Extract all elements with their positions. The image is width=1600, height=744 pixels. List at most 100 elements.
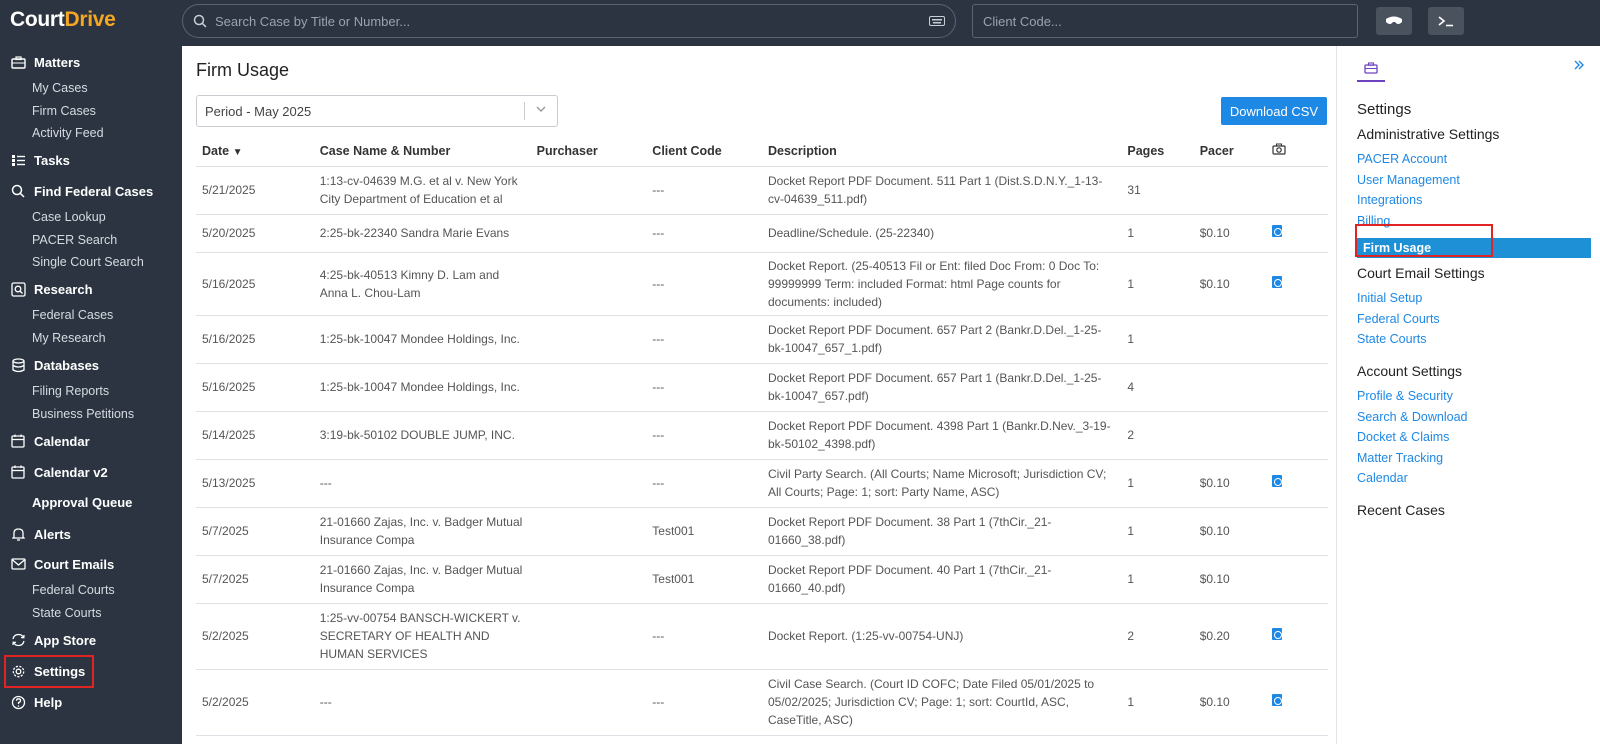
pdf-icon[interactable] bbox=[1271, 225, 1282, 237]
link-docket-claims[interactable]: Docket & Claims bbox=[1357, 430, 1449, 444]
incognito-button[interactable] bbox=[1376, 7, 1412, 35]
nav-my-research[interactable]: My Research bbox=[32, 331, 106, 345]
bell-icon bbox=[10, 526, 26, 542]
client-code-input[interactable]: Client Code... bbox=[972, 4, 1358, 38]
link-integrations[interactable]: Integrations bbox=[1357, 193, 1422, 207]
briefcase-tab[interactable] bbox=[1357, 56, 1385, 82]
table-row[interactable]: 5/7/2025 21-01660 Zajas, Inc. v. Badger M… bbox=[196, 507, 1328, 556]
nav-matters[interactable]: Matters bbox=[10, 54, 80, 70]
table-row[interactable]: 5/20/2025 2:25-bk-22340 Sandra Marie Evan… bbox=[196, 214, 1328, 253]
nav-help[interactable]: Help bbox=[10, 694, 62, 710]
nav-alerts[interactable]: Alerts bbox=[10, 526, 71, 542]
nav-approval-queue[interactable]: Approval Queue bbox=[32, 495, 132, 510]
cell-description: Civil Party Search. (All Courts; Name Mi… bbox=[761, 459, 1122, 508]
nav-find-federal-cases[interactable]: Find Federal Cases bbox=[10, 183, 153, 199]
link-user-management[interactable]: User Management bbox=[1357, 173, 1460, 187]
link-federal-courts[interactable]: Federal Courts bbox=[1357, 312, 1440, 326]
col-camera[interactable] bbox=[1265, 136, 1328, 167]
cell-pages: 1 bbox=[1121, 459, 1194, 508]
col-case[interactable]: Case Name & Number bbox=[313, 136, 531, 167]
cell-pacer: $0.10 bbox=[1193, 555, 1266, 604]
cell-date: 5/14/2025 bbox=[196, 411, 314, 460]
cell-case: 4:25-bk-40513 Kimny D. Lam and Anna L. C… bbox=[313, 252, 531, 316]
nav-filing-reports[interactable]: Filing Reports bbox=[32, 384, 109, 398]
link-initial-setup[interactable]: Initial Setup bbox=[1357, 291, 1422, 305]
select-separator bbox=[524, 102, 525, 120]
case-search-input[interactable]: Search Case by Title or Number... bbox=[182, 4, 956, 38]
top-bar: CourtDrive Search Case by Title or Numbe… bbox=[0, 0, 1600, 46]
nav-calendar[interactable]: Calendar bbox=[10, 433, 90, 449]
nav-pacer-search[interactable]: PACER Search bbox=[32, 233, 117, 247]
cell-description: Docket Report. (25-40513 Fil or Ent: fil… bbox=[761, 252, 1122, 316]
cell-pages: 2 bbox=[1121, 411, 1194, 460]
nav-state-courts[interactable]: State Courts bbox=[32, 606, 101, 620]
link-calendar[interactable]: Calendar bbox=[1357, 471, 1408, 485]
nav-my-cases[interactable]: My Cases bbox=[32, 81, 88, 95]
cell-case: 1:25-vv-00754 BANSCH-WICKERT v. SECRETAR… bbox=[313, 603, 531, 670]
terminal-button[interactable] bbox=[1428, 7, 1464, 35]
table-row[interactable]: 5/7/2025 21-01660 Zajas, Inc. v. Badger M… bbox=[196, 555, 1328, 604]
nav-single-court-search[interactable]: Single Court Search bbox=[32, 255, 144, 269]
cell-pages: 31 bbox=[1121, 166, 1194, 215]
link-profile-security[interactable]: Profile & Security bbox=[1357, 389, 1453, 403]
col-pacer[interactable]: Pacer bbox=[1193, 136, 1266, 167]
download-csv-button[interactable]: Download CSV bbox=[1221, 97, 1327, 125]
cell-date: 5/2/2025 bbox=[196, 603, 314, 670]
double-chevron-right-icon[interactable] bbox=[1573, 58, 1585, 74]
nav-research[interactable]: Research bbox=[10, 281, 93, 297]
col-pages[interactable]: Pages bbox=[1121, 136, 1194, 167]
briefcase-icon bbox=[1364, 62, 1378, 74]
cell-client-code: --- bbox=[646, 411, 762, 460]
app-logo[interactable]: CourtDrive bbox=[10, 8, 116, 32]
cell-pacer bbox=[1193, 411, 1266, 460]
col-purchaser[interactable]: Purchaser bbox=[530, 136, 647, 167]
firm-usage-highlight bbox=[1355, 224, 1493, 257]
cell-pages: 1 bbox=[1121, 555, 1194, 604]
col-date[interactable]: Date ▼ bbox=[196, 136, 314, 167]
keyboard-icon[interactable] bbox=[929, 16, 945, 26]
cell-client-code: --- bbox=[646, 669, 762, 736]
table-row[interactable]: 5/16/2025 1:25-bk-10047 Mondee Holdings, … bbox=[196, 363, 1328, 412]
link-state-courts[interactable]: State Courts bbox=[1357, 332, 1426, 346]
settings-heading: Settings bbox=[1357, 101, 1412, 118]
table-row[interactable]: 5/16/2025 1:25-bk-10047 Mondee Holdings, … bbox=[196, 315, 1328, 364]
cell-case: 21-01660 Zajas, Inc. v. Badger Mutual In… bbox=[313, 507, 531, 556]
page-title: Firm Usage bbox=[196, 60, 290, 80]
settings-panel: Settings Administrative Settings PACER A… bbox=[1336, 46, 1600, 744]
pdf-icon[interactable] bbox=[1271, 694, 1282, 706]
nav-calendar-v2[interactable]: Calendar v2 bbox=[10, 464, 108, 480]
cell-purchaser bbox=[530, 411, 647, 460]
link-matter-tracking[interactable]: Matter Tracking bbox=[1357, 451, 1443, 465]
pdf-icon[interactable] bbox=[1271, 628, 1282, 640]
nav-court-emails[interactable]: Court Emails bbox=[10, 556, 114, 572]
table-row[interactable]: 5/16/2025 4:25-bk-40513 Kimny D. Lam and … bbox=[196, 252, 1328, 316]
client-code-placeholder: Client Code... bbox=[983, 13, 1062, 29]
table-row[interactable]: 5/21/2025 1:13-cv-04639 M.G. et al v. New… bbox=[196, 166, 1328, 215]
nav-app-store-label: App Store bbox=[34, 632, 97, 648]
nav-app-store[interactable]: App Store bbox=[10, 632, 96, 648]
cell-case: 21-01660 Zajas, Inc. v. Badger Mutual In… bbox=[313, 555, 531, 604]
table-row[interactable]: 5/2/2025 --- --- Civil Case Search. (Court … bbox=[196, 669, 1328, 736]
nav-case-lookup[interactable]: Case Lookup bbox=[32, 210, 106, 224]
col-client-code[interactable]: Client Code bbox=[646, 136, 762, 167]
col-description[interactable]: Description bbox=[761, 136, 1122, 167]
nav-activity-feed[interactable]: Activity Feed bbox=[32, 126, 104, 140]
nav-business-petitions[interactable]: Business Petitions bbox=[32, 407, 134, 421]
link-search-download[interactable]: Search & Download bbox=[1357, 410, 1467, 424]
nav-federal-cases[interactable]: Federal Cases bbox=[32, 308, 113, 322]
nav-find-federal-cases-label: Find Federal Cases bbox=[34, 183, 154, 199]
nav-databases[interactable]: Databases bbox=[10, 357, 99, 373]
sync-icon bbox=[10, 632, 26, 648]
nav-tasks[interactable]: Tasks bbox=[10, 152, 70, 168]
period-select[interactable]: Period - May 2025 bbox=[196, 95, 558, 127]
table-row[interactable]: 5/13/2025 --- --- Civil Party Search. (All … bbox=[196, 459, 1328, 508]
pdf-icon[interactable] bbox=[1271, 475, 1282, 487]
cell-description: Deadline/Schedule. (25-22340) bbox=[761, 214, 1122, 253]
table-row[interactable]: 5/14/2025 3:19-bk-50102 DOUBLE JUMP, INC.… bbox=[196, 411, 1328, 460]
pdf-icon[interactable] bbox=[1271, 275, 1282, 288]
nav-federal-courts[interactable]: Federal Courts bbox=[32, 583, 115, 597]
nav-firm-cases[interactable]: Firm Cases bbox=[32, 104, 96, 118]
table-row[interactable]: 5/2/2025 1:25-vv-00754 BANSCH-WICKERT v. … bbox=[196, 603, 1328, 670]
link-pacer-account[interactable]: PACER Account bbox=[1357, 152, 1447, 166]
cell-pages: 1 bbox=[1121, 315, 1194, 364]
